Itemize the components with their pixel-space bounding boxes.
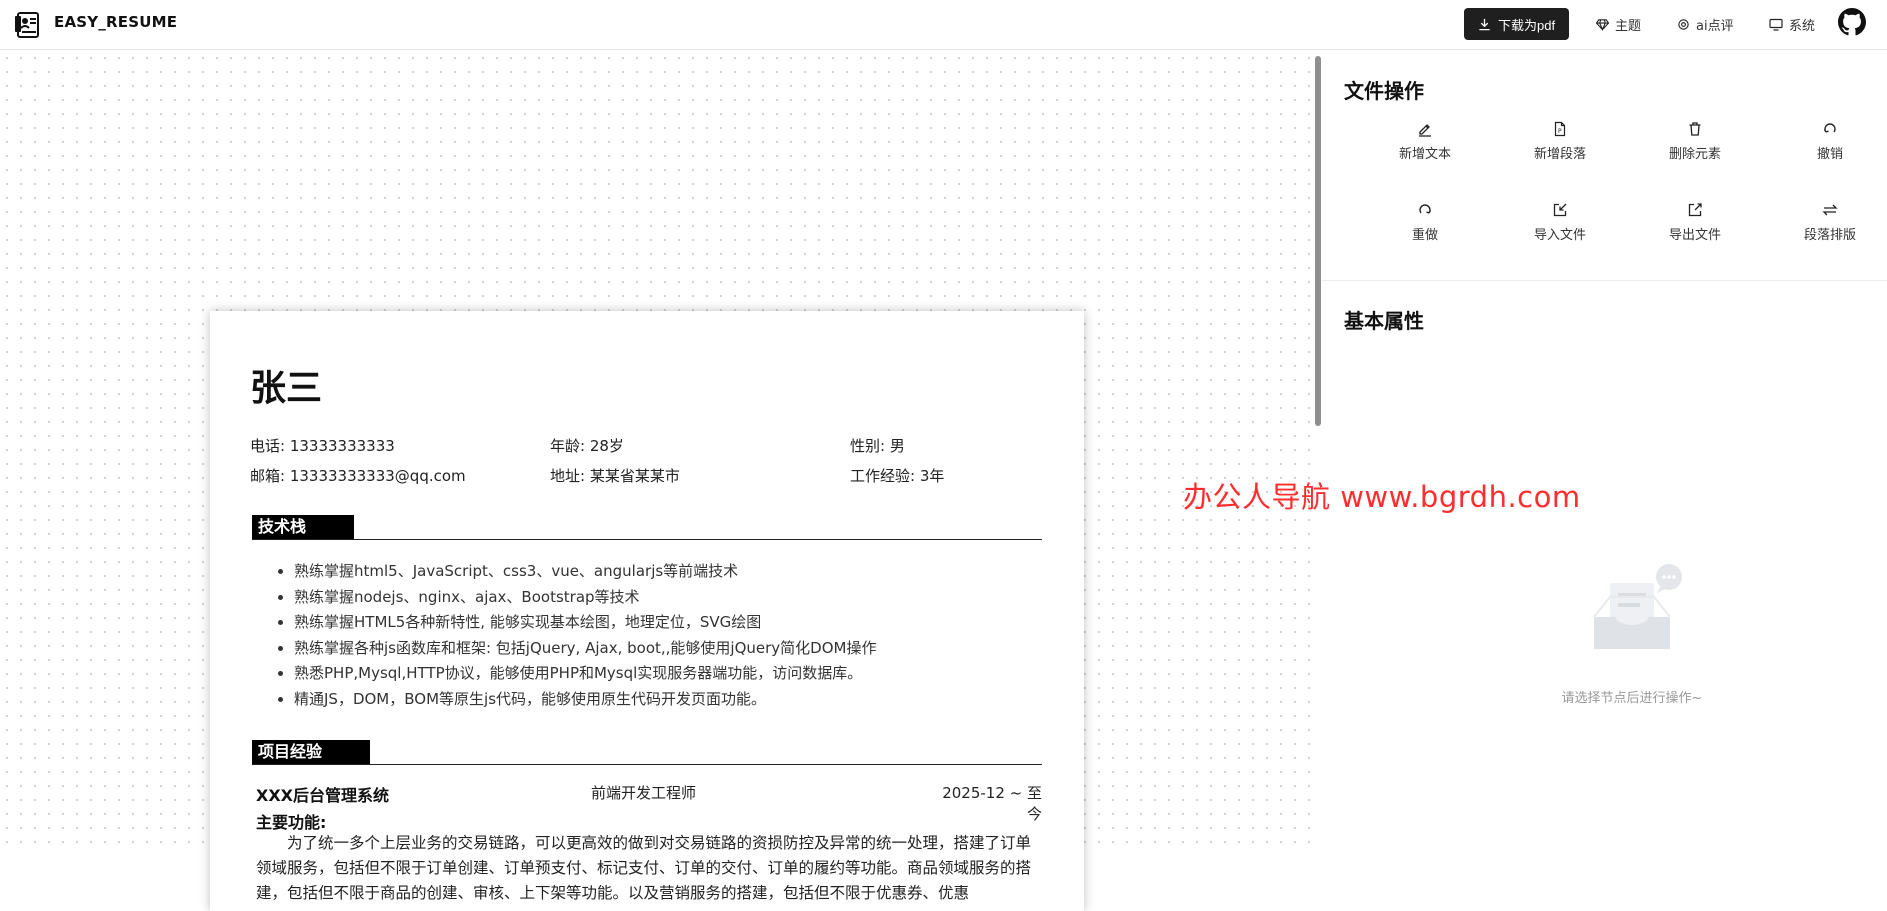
file-ops-title: 文件操作 xyxy=(1344,79,1424,103)
info-email[interactable]: 邮箱: 13333333333@qq.com xyxy=(250,465,466,486)
gem-icon xyxy=(1596,19,1609,31)
section-project-label: 项目经验 xyxy=(252,740,371,764)
download-icon xyxy=(1479,18,1490,30)
delete-element-label: 删除元素 xyxy=(1668,147,1721,162)
section-project-title[interactable]: 项目经验 xyxy=(252,740,1042,765)
redo-label: 重做 xyxy=(1411,228,1438,243)
empty-inbox-icon xyxy=(1593,564,1682,649)
delete-element-button[interactable]: 删除元素 xyxy=(1645,121,1745,162)
resume-name[interactable]: 张三 xyxy=(250,359,322,411)
undo-label: 撤销 xyxy=(1816,147,1843,162)
github-icon[interactable] xyxy=(1838,8,1866,36)
watermark-text: 办公人导航 www.bgrdh.com xyxy=(1183,480,1581,514)
download-pdf-button[interactable]: 下载为pdf xyxy=(1464,8,1570,40)
download-pdf-label: 下载为pdf xyxy=(1498,17,1556,33)
undo-icon xyxy=(1823,123,1836,133)
edit-text-icon xyxy=(1419,124,1431,137)
undo-button[interactable]: 撤销 xyxy=(1780,121,1880,162)
project-description[interactable]: 为了统一多个上层业务的交易链路，可以更高效的做到对交易链路的资损防控及异常的统一… xyxy=(256,831,1046,906)
brand-name[interactable]: EASY_RESUME xyxy=(54,13,177,31)
resume-logo-icon[interactable] xyxy=(12,9,44,41)
editor-canvas[interactable]: 张三 电话: 13333333333 年龄: 28岁 性别: 男 邮箱: 133… xyxy=(0,51,1317,911)
project-date[interactable]: 2025-12 ~ 至今 xyxy=(928,782,1042,824)
nav-theme-label: 主题 xyxy=(1615,19,1642,34)
import-icon xyxy=(1553,203,1567,217)
add-text-label: 新增文本 xyxy=(1398,147,1451,162)
empty-state: 请选择节点后进行操作~ xyxy=(1532,561,1732,706)
ai-icon xyxy=(1678,19,1689,30)
add-paragraph-button[interactable]: P 新增段落 xyxy=(1510,121,1610,162)
list-item[interactable]: 熟练掌握HTML5各种新特性, 能够实现基本绘图，地理定位，SVG绘图 xyxy=(294,610,876,636)
empty-state-text: 请选择节点后进行操作~ xyxy=(1561,691,1703,706)
basic-props-title: 基本属性 xyxy=(1344,309,1424,333)
project-main-func-label[interactable]: 主要功能: xyxy=(256,809,326,833)
file-paragraph-icon: P xyxy=(1554,121,1566,137)
import-file-button[interactable]: 导入文件 xyxy=(1510,202,1610,243)
list-item[interactable]: 熟练掌握各种js函数库和框架: 包括jQuery, Ajax, boot,,能够… xyxy=(294,636,876,662)
monitor-icon xyxy=(1769,18,1783,31)
info-gender[interactable]: 性别: 男 xyxy=(850,435,905,456)
info-phone[interactable]: 电话: 13333333333 xyxy=(250,435,395,456)
redo-icon xyxy=(1419,204,1432,214)
trash-icon xyxy=(1689,122,1701,136)
paragraph-layout-label: 段落排版 xyxy=(1803,228,1856,243)
nav-system[interactable]: 系统 xyxy=(1769,15,1815,34)
project-role[interactable]: 前端开发工程师 xyxy=(591,782,696,803)
project-name[interactable]: XXX后台管理系统 xyxy=(256,782,389,806)
canvas-scrollbar[interactable] xyxy=(1315,56,1321,426)
resume-paper[interactable]: 张三 电话: 13333333333 年龄: 28岁 性别: 男 邮箱: 133… xyxy=(210,311,1084,911)
export-file-label: 导出文件 xyxy=(1668,228,1721,243)
info-address[interactable]: 地址: 某某省某某市 xyxy=(550,465,680,486)
list-item[interactable]: 精通JS，DOM，BOM等原生js代码，能够使用原生代码开发页面功能。 xyxy=(294,687,876,713)
nav-theme[interactable]: 主题 xyxy=(1596,15,1641,34)
nav-system-label: 系统 xyxy=(1789,19,1816,34)
skills-list[interactable]: 熟练掌握html5、JavaScript、css3、vue、angularjs等… xyxy=(294,559,876,712)
nav-ai-review-label: ai点评 xyxy=(1696,19,1734,34)
section-skills-title[interactable]: 技术栈 xyxy=(252,515,1042,540)
export-file-button[interactable]: 导出文件 xyxy=(1645,202,1745,243)
swap-arrows-icon xyxy=(1822,204,1838,216)
section-skills-label: 技术栈 xyxy=(252,515,355,539)
import-file-label: 导入文件 xyxy=(1533,228,1586,243)
paragraph-layout-button[interactable]: 段落排版 xyxy=(1780,202,1880,243)
redo-button[interactable]: 重做 xyxy=(1375,202,1475,243)
nav-ai-review[interactable]: ai点评 xyxy=(1677,15,1734,34)
export-icon xyxy=(1688,203,1702,217)
list-item[interactable]: 熟悉PHP,Mysql,HTTP协议，能够使用PHP和Mysql实现服务器端功能… xyxy=(294,661,876,687)
properties-panel: 文件操作 新增文本 P 新增段落 删除元素 撤销 重做 导入文件 导出文件 段落… xyxy=(1322,51,1887,851)
add-text-button[interactable]: 新增文本 xyxy=(1375,121,1475,162)
top-header: EASY_RESUME 下载为pdf 主题 ai点评 系统 xyxy=(0,0,1887,50)
list-item[interactable]: 熟练掌握html5、JavaScript、css3、vue、angularjs等… xyxy=(294,559,876,585)
info-age[interactable]: 年龄: 28岁 xyxy=(550,435,624,456)
add-paragraph-label: 新增段落 xyxy=(1533,147,1586,162)
svg-text:P: P xyxy=(1558,128,1562,135)
panel-divider xyxy=(1322,280,1887,281)
list-item[interactable]: 熟练掌握nodejs、nginx、ajax、Bootstrap等技术 xyxy=(294,585,876,611)
info-experience[interactable]: 工作经验: 3年 xyxy=(850,465,944,486)
